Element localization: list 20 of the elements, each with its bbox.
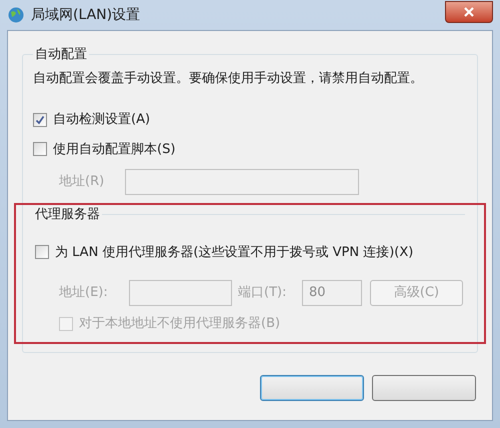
- close-icon: [464, 7, 474, 17]
- window-title: 局域网(LAN)设置: [31, 6, 140, 24]
- checkmark-icon: [35, 114, 45, 125]
- checkbox-label: 对于本地地址不使用代理服务器(B): [79, 315, 280, 333]
- checkbox-label: 自动检测设置(A): [53, 111, 150, 129]
- globe-icon: [7, 6, 25, 24]
- field-label: 端口(T):: [238, 284, 288, 302]
- checkbox[interactable]: [33, 112, 47, 127]
- checkbox-label: 使用自动配置脚本(S): [53, 140, 176, 158]
- checkbox[interactable]: [33, 142, 47, 156]
- field-label: 地址(E):: [59, 284, 109, 302]
- checkbox[interactable]: [35, 245, 49, 260]
- field-label: 地址(R): [59, 173, 106, 192]
- checkbox-label: 为 LAN 使用代理服务器(这些设置不用于拨号或 VPN 连接)(X): [55, 244, 414, 262]
- description-text: 自动配置会覆盖手动设置。要确保使用手动设置，请禁用自动配置。: [33, 70, 424, 88]
- dialog-button[interactable]: [260, 374, 364, 400]
- group-title: 代理服务器: [34, 206, 101, 224]
- dialog-button[interactable]: [372, 374, 476, 400]
- group-title: 自动配置: [34, 46, 88, 64]
- close-button[interactable]: [445, 1, 493, 23]
